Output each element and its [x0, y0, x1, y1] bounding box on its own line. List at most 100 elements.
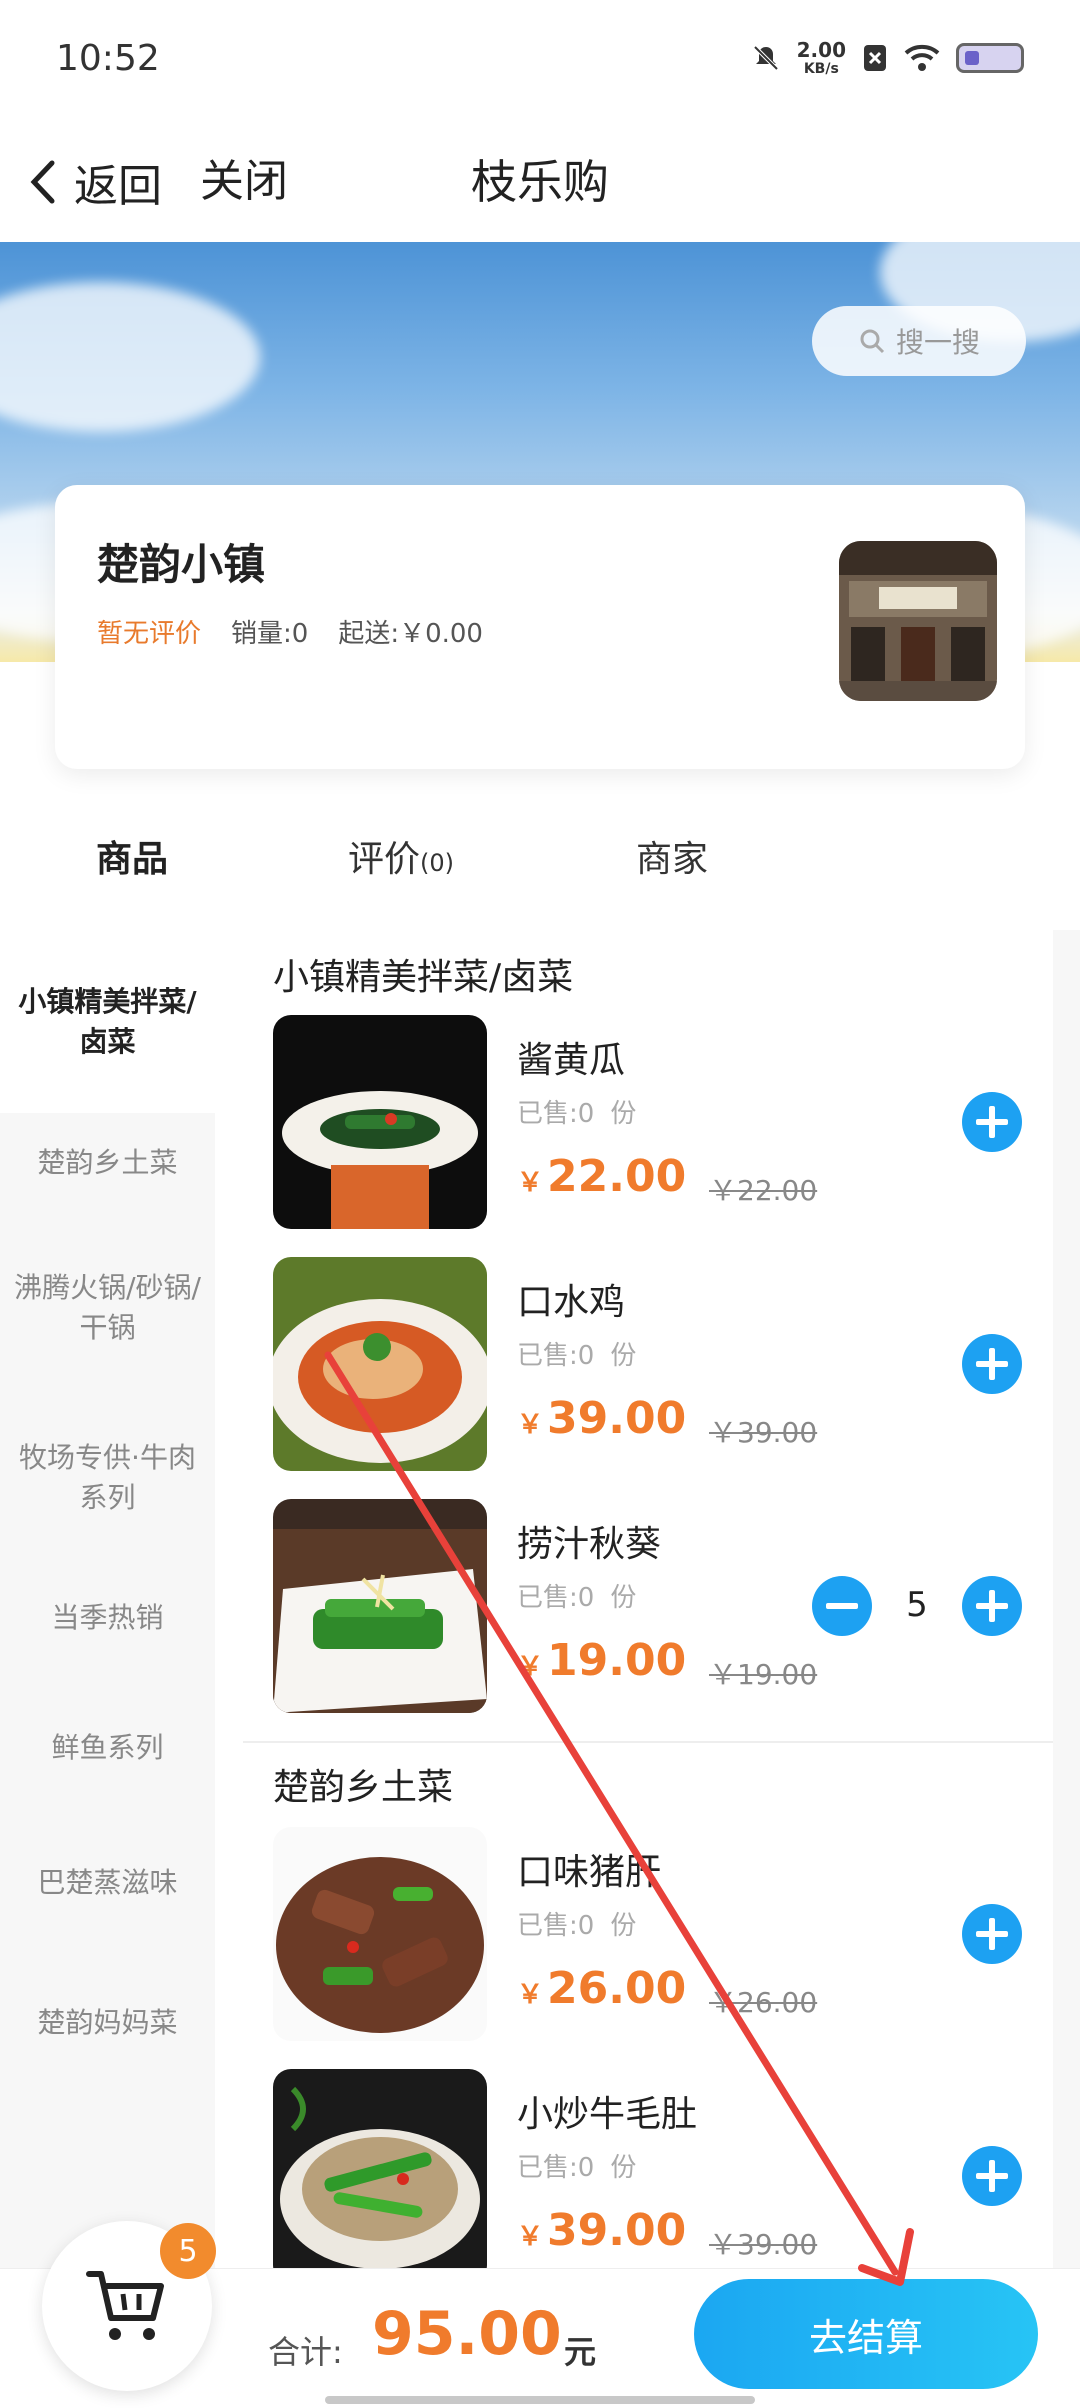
category-item[interactable]: 小镇精美拌菜/卤菜	[0, 930, 215, 1113]
product-image	[273, 2069, 487, 2270]
add-to-cart-button[interactable]	[962, 1092, 1022, 1152]
store-photo	[839, 541, 997, 701]
decrease-quantity-button[interactable]	[812, 1576, 872, 1636]
add-to-cart-button[interactable]	[962, 1904, 1022, 1964]
price-value: 19.00	[547, 1635, 687, 1686]
tab-goods[interactable]: 商品	[96, 830, 168, 882]
price-symbol: ￥	[517, 1652, 544, 1682]
store-tabs: 商品 评价(0) 商家	[0, 800, 1080, 910]
category-item[interactable]: 楚韵妈妈菜	[0, 1953, 215, 2093]
product-image	[273, 1015, 487, 1229]
product-name: 捞汁秋葵	[517, 1524, 662, 1565]
price-value: 22.00	[547, 1151, 687, 1202]
price-symbol: ￥	[517, 1410, 544, 1440]
sold-count: 已售:0	[517, 1341, 595, 1371]
home-indicator[interactable]	[325, 2396, 755, 2404]
store-min-delivery: 起送:￥0.00	[338, 619, 483, 649]
product-price: ￥39.00	[517, 1393, 686, 1444]
product-sold: 已售:0 份	[517, 1577, 636, 1614]
list-item[interactable]: 酱黄瓜 已售:0 份 ￥22.00 ￥22.00	[273, 1015, 1033, 1229]
shopping-cart-icon	[86, 2271, 164, 2340]
store-name: 楚韵小镇	[97, 540, 266, 589]
product-sold: 已售:0 份	[517, 1905, 636, 1942]
category-item[interactable]: 巴楚蒸滋味	[0, 1813, 215, 1953]
list-item[interactable]: 口味猪肝 已售:0 份 ￥26.00 ￥26.00	[273, 1827, 1033, 2041]
status-bar: 10:52 2.00 KB/s	[0, 0, 1080, 122]
price-symbol: ￥	[517, 2222, 544, 2252]
price-symbol: ￥	[517, 1980, 544, 2010]
product-original-price: ￥19.00	[709, 1658, 818, 1691]
add-to-cart-button[interactable]	[962, 1334, 1022, 1394]
section-title: 楚韵乡土菜	[273, 1767, 454, 1808]
store-info-card: 楚韵小镇 暂无评价 销量:0 起送:￥0.00	[55, 485, 1025, 769]
product-name: 酱黄瓜	[517, 1040, 626, 1081]
product-image	[273, 1499, 487, 1713]
add-to-cart-button[interactable]	[962, 1576, 1022, 1636]
price-value: 26.00	[547, 1963, 687, 2014]
cloud-decoration	[0, 282, 260, 432]
net-speed-unit: KB/s	[803, 61, 839, 77]
cart-bar: 5 合计: 95.00 元 去结算	[0, 2221, 1080, 2408]
list-item[interactable]: 口水鸡 已售:0 份 ￥39.00 ￥39.00	[273, 1257, 1033, 1471]
sim-off-icon	[864, 45, 886, 71]
store-rating: 暂无评价	[97, 619, 202, 649]
price-value: 39.00	[547, 2205, 687, 2256]
category-item[interactable]: 当季热销	[0, 1553, 215, 1683]
section-title: 小镇精美拌菜/卤菜	[273, 957, 574, 998]
wifi-icon	[904, 44, 940, 71]
status-icons: 2.00 KB/s	[751, 40, 1024, 76]
checkout-button[interactable]: 去结算	[694, 2279, 1038, 2389]
total-label: 合计:	[268, 2333, 343, 2371]
category-item[interactable]: 沸腾火锅/砂锅/干锅	[0, 1213, 215, 1403]
product-name: 口水鸡	[517, 1282, 626, 1323]
store-sales: 销量:0	[231, 619, 309, 649]
product-name: 小炒牛毛肚	[517, 2094, 698, 2135]
product-list: 小镇精美拌菜/卤菜 酱黄瓜 已售:0 份 ￥22.00 ￥22.00 口水鸡 已…	[243, 930, 1053, 2270]
list-item[interactable]: 捞汁秋葵 已售:0 份 ￥19.00 ￥19.00 5	[273, 1499, 1033, 1713]
net-speed-value: 2.00	[796, 38, 846, 62]
scroll-track	[1053, 930, 1080, 2270]
tab-merchant[interactable]: 商家	[636, 830, 708, 882]
product-sold: 已售:0 份	[517, 2147, 636, 2184]
net-speed: 2.00 KB/s	[797, 40, 846, 76]
mute-bell-icon	[753, 45, 779, 71]
product-price: ￥22.00	[517, 1151, 686, 1202]
category-item[interactable]: 牧场专供·牛肉系列	[0, 1403, 215, 1553]
sold-unit: 份	[610, 2153, 637, 2183]
sold-count: 已售:0	[517, 1911, 595, 1941]
tab-merchant-label: 商家	[636, 839, 709, 880]
battery-icon	[956, 43, 1024, 73]
sold-unit: 份	[610, 1341, 637, 1371]
product-original-price: ￥39.00	[709, 1416, 818, 1449]
nav-bar: 返回 关闭 枝乐购	[0, 122, 1080, 242]
total-unit: 元	[564, 2333, 597, 2371]
status-time: 10:52	[56, 38, 160, 79]
search-box[interactable]: 搜一搜	[812, 306, 1026, 376]
sold-unit: 份	[610, 1099, 637, 1129]
product-price: ￥19.00	[517, 1635, 686, 1686]
cart-count-badge: 5	[160, 2223, 216, 2279]
price-value: 39.00	[547, 1393, 687, 1444]
category-item[interactable]: 鲜鱼系列	[0, 1683, 215, 1813]
page-title: 枝乐购	[0, 144, 1080, 220]
tab-reviews-count: (0)	[420, 849, 455, 877]
add-to-cart-button[interactable]	[962, 2146, 1022, 2206]
category-sidebar: 小镇精美拌菜/卤菜 楚韵乡土菜 沸腾火锅/砂锅/干锅 牧场专供·牛肉系列 当季热…	[0, 930, 215, 2270]
tab-reviews[interactable]: 评价(0)	[348, 830, 454, 882]
sold-unit: 份	[610, 1583, 637, 1613]
item-quantity: 5	[906, 1585, 928, 1625]
product-original-price: ￥26.00	[709, 1986, 818, 2019]
product-image	[273, 1257, 487, 1471]
list-item[interactable]: 小炒牛毛肚 已售:0 份 ￥39.00 ￥39.00	[273, 2069, 1033, 2270]
search-icon	[860, 329, 885, 354]
sold-unit: 份	[610, 1911, 637, 1941]
category-item[interactable]: 楚韵乡土菜	[0, 1113, 215, 1213]
store-meta: 暂无评价 销量:0 起送:￥0.00	[97, 613, 483, 650]
product-image	[273, 1827, 487, 2041]
product-original-price: ￥22.00	[709, 1174, 818, 1207]
product-price: ￥39.00	[517, 2205, 686, 2256]
product-sold: 已售:0 份	[517, 1093, 636, 1130]
price-symbol: ￥	[517, 1168, 544, 1198]
tab-reviews-label: 评价	[348, 839, 421, 880]
tab-goods-label: 商品	[96, 839, 169, 880]
